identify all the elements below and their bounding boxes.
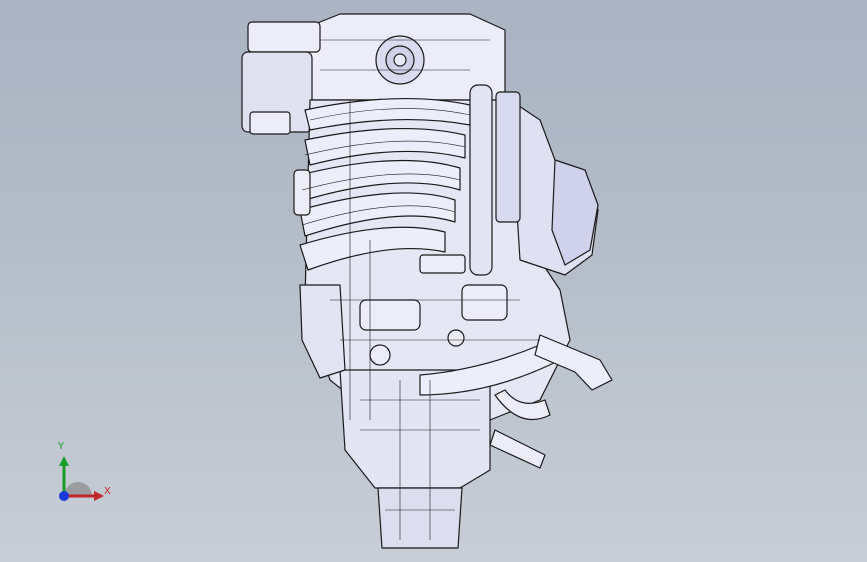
throttle-box (247, 21, 321, 53)
z-axis-dot-icon (59, 491, 69, 501)
oil-pan (377, 487, 463, 549)
graphics-viewport[interactable]: Y X (0, 0, 867, 562)
left-mount (299, 284, 346, 379)
engine-model[interactable] (0, 0, 867, 562)
x-axis-label: X (104, 486, 111, 497)
y-axis-label: Y (58, 441, 65, 452)
vertical-pipe (469, 84, 493, 276)
